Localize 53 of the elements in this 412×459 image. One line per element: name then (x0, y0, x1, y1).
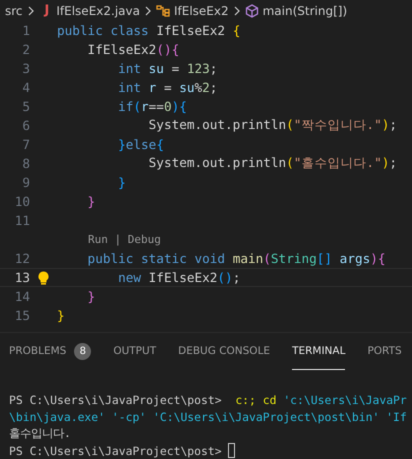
code-line: public class IfElseEx2 { (57, 23, 240, 38)
terminal-line: PS C:\Users\i\JavaProject\post> (9, 444, 223, 458)
line-number: 2 (21, 42, 30, 58)
code-line: } (86, 194, 96, 210)
breadcrumb-item[interactable]: src (5, 4, 23, 18)
chevron-icon (144, 6, 152, 16)
code-line: } (86, 289, 96, 304)
line-number: 10 (14, 194, 30, 210)
panel-tab[interactable]: PROBLEMS 8 (9, 333, 92, 370)
chevron-icon (232, 6, 241, 16)
breadcrumb-item[interactable]: IfElseEx2 (174, 4, 229, 18)
code-line: } (57, 308, 65, 324)
line-number: 14 (14, 289, 30, 304)
line-number: 12 (14, 251, 30, 266)
class-icon (156, 4, 170, 17)
code-line: int su = 123; (117, 61, 218, 76)
terminal-line: 홀수입니다. (9, 426, 71, 441)
java-file-icon: J (44, 3, 50, 18)
line-number: 3 (21, 61, 30, 76)
line-number: 9 (21, 175, 30, 190)
panel-tab[interactable]: DEBUG CONSOLE (178, 333, 270, 370)
panel-tab[interactable]: PORTS (367, 333, 402, 370)
code-line: IfElseEx2(){ (86, 42, 180, 58)
breadcrumb-item[interactable]: IfElseEx2.java (56, 4, 140, 18)
code-line: System.out.println("홀수입니다."); (148, 155, 397, 172)
line-number: 1 (21, 23, 30, 38)
breadcrumb-item[interactable]: main(String[]) (262, 4, 348, 18)
code-line: public static void main(String[] args){ (86, 251, 386, 266)
count-badge: 8 (74, 342, 92, 360)
code-line: int r = su%2; (117, 80, 218, 96)
code-line: } (117, 175, 126, 190)
terminal-line: \bin\java.exe' '-cp' 'C:\Users\i\JavaProject\post\bin' 'If (9, 410, 407, 424)
codelens-links[interactable]: Run | Debug (88, 233, 161, 246)
panel-tab[interactable]: TERMINAL (292, 333, 346, 370)
tab-label: PROBLEMS (9, 345, 66, 358)
line-number: 7 (21, 137, 30, 152)
lightbulb-icon[interactable] (38, 270, 49, 285)
line-number: 6 (21, 118, 30, 134)
code-line: new IfElseEx2(); (117, 270, 240, 286)
code-line: System.out.println("짝수입니다."); (148, 117, 397, 134)
terminal-line: PS C:\Users\i\JavaProject\post> c:; cd 'c:\Users\i\JavaPr (9, 392, 407, 406)
line-number: 11 (14, 213, 30, 228)
cube-icon (244, 4, 259, 18)
code-line: }else{ (117, 137, 164, 152)
chevron-icon (26, 6, 35, 16)
terminal-cursor (228, 443, 236, 458)
line-number: 4 (21, 80, 30, 96)
panel-tab[interactable]: OUTPUT (113, 333, 156, 370)
line-number: 13 (14, 270, 30, 286)
line-number: 5 (21, 99, 30, 114)
line-number: 8 (21, 156, 30, 172)
code-line: if(r==0){ (117, 99, 187, 114)
line-number: 15 (14, 308, 30, 324)
